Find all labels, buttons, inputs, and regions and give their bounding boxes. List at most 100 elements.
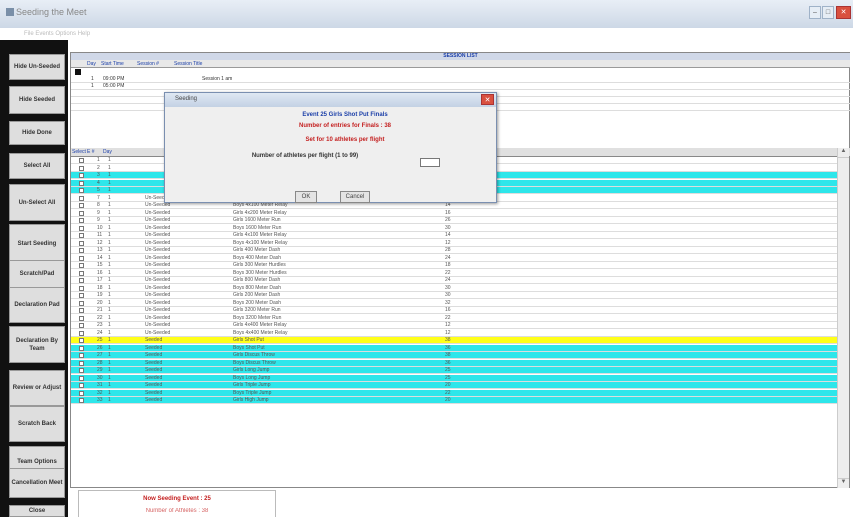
row-checkbox[interactable] [79, 375, 84, 381]
dialog-ok-button[interactable]: OK [295, 191, 317, 203]
row-checkbox[interactable] [79, 158, 84, 163]
row-checkbox[interactable] [79, 173, 84, 178]
event-row[interactable]: 15 1 Un-Seeded Girls 300 Meter Hurdles 18 [71, 262, 837, 269]
row-checkbox[interactable] [79, 360, 84, 366]
col-event-num[interactable]: E # [87, 149, 95, 155]
row-checkbox[interactable] [79, 270, 84, 276]
row-checkbox[interactable] [79, 368, 84, 373]
minimize-button[interactable]: – [809, 6, 821, 19]
menu-bar[interactable]: File Events Options Help [18, 28, 853, 40]
row-checkbox[interactable] [79, 165, 84, 171]
row-checkbox[interactable] [79, 278, 84, 283]
row-checkbox[interactable] [79, 323, 84, 328]
col-day[interactable]: Day [103, 149, 112, 155]
sidebar-button[interactable]: Cancellation Meet [9, 468, 65, 498]
event-row[interactable]: 24 1 Un-Seeded Boys 4x400 Meter Relay 12 [71, 330, 837, 337]
row-checkbox[interactable] [79, 383, 84, 388]
row-checkbox[interactable] [79, 293, 84, 298]
events-scrollbar[interactable]: ▲ ▼ [837, 148, 849, 488]
event-row[interactable]: 29 1 Seeded Girls Long Jump 25 [71, 367, 837, 374]
scroll-up-icon[interactable]: ▲ [838, 148, 849, 158]
sidebar-button[interactable]: Close [9, 505, 65, 517]
event-row[interactable]: 8 1 Un-Seeded Boys 4x100 Meter Relay 14 [71, 202, 837, 209]
event-row[interactable]: 31 1 Seeded Girls Triple Jump 20 [71, 382, 837, 389]
event-row[interactable]: 12 1 Un-Seeded Boys 4x100 Meter Relay 12 [71, 240, 837, 247]
sidebar-button[interactable]: Select All [9, 153, 65, 179]
row-checkbox[interactable] [79, 345, 84, 351]
event-row[interactable]: 25 1 Seeded Girls Shot Put 38 [71, 337, 837, 344]
session-row[interactable]: 1 09:00 PM Session 1 am [71, 76, 850, 83]
row-checkbox[interactable] [79, 338, 84, 343]
event-row[interactable]: 9 1 Un-Seeded Girls 4x200 Meter Relay 16 [71, 210, 837, 217]
col-select[interactable]: Select [72, 149, 86, 155]
row-checkbox[interactable] [79, 398, 84, 403]
row-checkbox[interactable] [79, 240, 84, 246]
row-checkbox[interactable] [79, 195, 84, 201]
row-checkbox[interactable] [79, 315, 84, 321]
dialog-close-icon[interactable]: ✕ [481, 94, 494, 105]
event-row[interactable]: 16 1 Un-Seeded Boys 300 Meter Hurdles 22 [71, 270, 837, 277]
event-row[interactable]: 17 1 Un-Seeded Girls 800 Meter Dash 24 [71, 277, 837, 284]
row-checkbox[interactable] [79, 180, 84, 186]
sidebar-button[interactable]: Hide Un-Seeded [9, 54, 65, 80]
event-row[interactable]: 20 1 Un-Seeded Boys 200 Meter Dash 32 [71, 300, 837, 307]
sidebar-button[interactable]: Hide Seeded [9, 86, 65, 114]
row-checkbox[interactable] [79, 233, 84, 238]
sidebar-button[interactable]: Scratch Back [9, 406, 65, 442]
event-row[interactable]: 22 1 Un-Seeded Boys 3200 Meter Run 22 [71, 315, 837, 322]
row-checkbox[interactable] [79, 308, 84, 313]
row-checkbox[interactable] [79, 285, 84, 291]
event-row[interactable]: 28 1 Seeded Boys Discus Throw 36 [71, 359, 837, 367]
row-checkbox[interactable] [79, 300, 84, 306]
row-checkbox[interactable] [79, 353, 84, 358]
row-checkbox[interactable] [79, 248, 84, 253]
sidebar-button[interactable]: Declaration Pad [9, 287, 65, 323]
event-row[interactable]: 13 1 Un-Seeded Girls 400 Meter Dash 28 [71, 247, 837, 254]
row-checkbox[interactable] [79, 210, 84, 216]
maximize-button[interactable]: □ [822, 6, 834, 19]
row-checkbox[interactable] [79, 188, 84, 193]
row-checkbox[interactable] [79, 225, 84, 231]
event-event: Boys 1600 Meter Run [233, 224, 282, 231]
event-row[interactable]: 21 1 Un-Seeded Girls 3200 Meter Run 16 [71, 307, 837, 314]
event-row[interactable]: 14 1 Un-Seeded Boys 400 Meter Dash 24 [71, 255, 837, 262]
session-col-day[interactable]: Day [87, 60, 96, 68]
event-row[interactable]: 19 1 Un-Seeded Girls 200 Meter Dash 30 [71, 292, 837, 299]
sidebar-button[interactable]: Review or Adjust [9, 370, 65, 406]
sidebar-button[interactable]: Scratch/Pad [9, 260, 65, 288]
row-checkbox[interactable] [79, 330, 84, 336]
event-row[interactable]: 23 1 Un-Seeded Girls 4x400 Meter Relay 12 [71, 322, 837, 329]
row-checkbox[interactable] [79, 203, 84, 208]
event-status: Un-Seeded [145, 232, 171, 238]
session-col-time[interactable]: Start Time [101, 60, 124, 68]
event-row[interactable]: 18 1 Un-Seeded Boys 800 Meter Dash 30 [71, 285, 837, 292]
dialog-cancel-button[interactable]: Cancel [340, 191, 370, 203]
sidebar-button[interactable]: Un-Select All [9, 184, 65, 221]
row-checkbox[interactable] [79, 218, 84, 223]
session-col-title[interactable]: Session Title [174, 60, 202, 68]
event-row[interactable]: 9 1 Un-Seeded Girls 1600 Meter Run 26 [71, 217, 837, 224]
sidebar-button[interactable]: Declaration By Team [9, 326, 65, 363]
sidebar-button[interactable]: Hide Done [9, 121, 65, 145]
row-checkbox[interactable] [79, 255, 84, 261]
session-col-num[interactable]: Session # [137, 60, 159, 68]
event-entries: 14 [445, 202, 451, 208]
sidebar-button[interactable]: Start Seeding [9, 224, 65, 264]
scroll-down-icon[interactable]: ▼ [838, 478, 849, 488]
event-row[interactable]: 30 1 Seeded Boys Long Jump 25 [71, 374, 837, 382]
event-row[interactable]: 11 1 Un-Seeded Girls 4x100 Meter Relay 14 [71, 232, 837, 239]
session-row[interactable]: 1 05:00 PM [71, 83, 850, 90]
close-window-button[interactable]: ✕ [836, 6, 851, 19]
event-day: 1 [108, 157, 111, 163]
athletes-per-flight-input[interactable] [420, 158, 440, 167]
event-entries: 28 [445, 247, 451, 253]
row-checkbox[interactable] [79, 390, 84, 396]
row-checkbox[interactable] [79, 263, 84, 268]
event-row[interactable]: 27 1 Seeded Girls Discus Throw 38 [71, 352, 837, 359]
event-event: Boys 3200 Meter Run [233, 314, 282, 321]
event-row[interactable]: 32 1 Seeded Boys Triple Jump 22 [71, 389, 837, 397]
event-row[interactable]: 33 1 Seeded Girls High Jump 20 [71, 397, 837, 404]
event-row[interactable]: 10 1 Un-Seeded Boys 1600 Meter Run 30 [71, 225, 837, 232]
event-row[interactable]: 26 1 Seeded Boys Shot Put 36 [71, 344, 837, 352]
event-day: 1 [108, 262, 111, 268]
